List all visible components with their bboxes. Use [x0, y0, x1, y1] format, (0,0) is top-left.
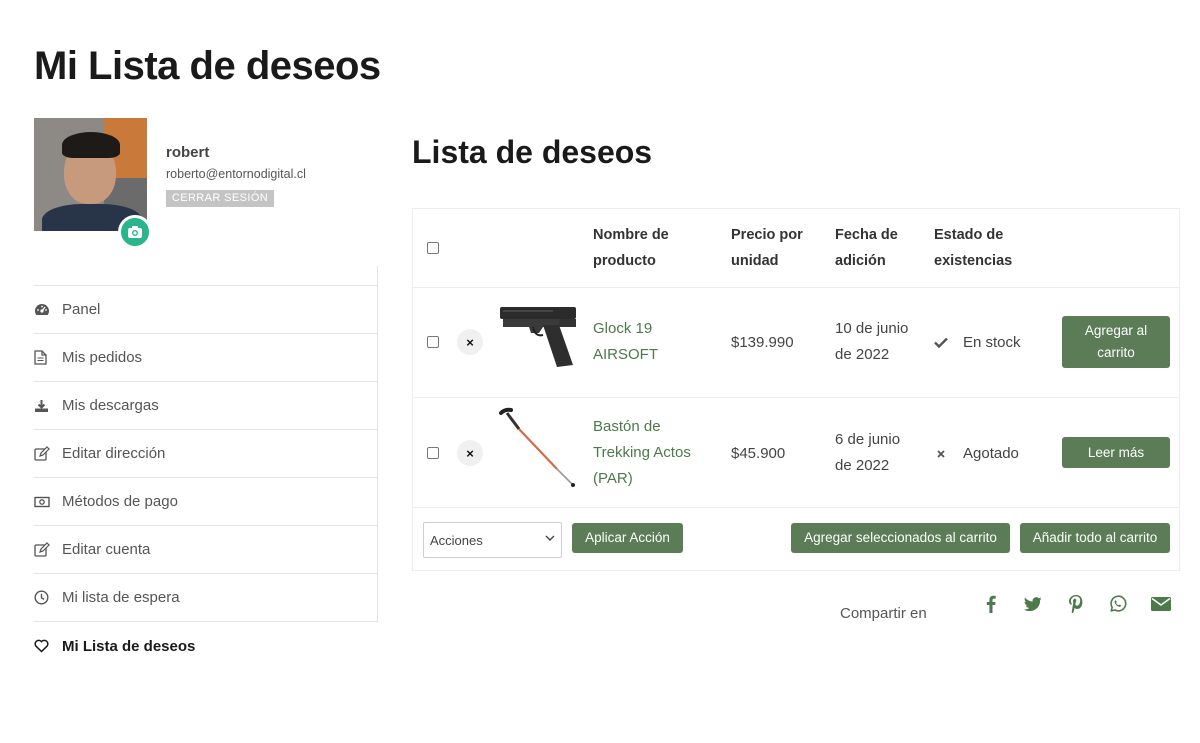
avatar-hair	[62, 132, 120, 158]
facebook-icon[interactable]	[980, 593, 1002, 615]
avatar	[34, 118, 147, 231]
x-icon	[937, 449, 945, 458]
clock-icon	[34, 590, 62, 605]
table-divider	[413, 397, 1179, 398]
date-line: de 2022	[835, 346, 890, 363]
product-name-line: AIRSOFT	[593, 346, 659, 363]
nav-item-waitlist[interactable]: Mi lista de espera	[34, 574, 378, 622]
download-icon	[34, 399, 62, 413]
user-email: roberto@entornodigital.cl	[166, 167, 306, 181]
pistol-image	[500, 307, 576, 367]
document-icon	[34, 350, 62, 365]
heart-icon	[34, 639, 62, 653]
stock-status: En stock	[934, 334, 1021, 351]
select-all-checkbox[interactable]	[427, 242, 439, 254]
nav-top-border	[34, 266, 378, 286]
nav-item-label: Mis pedidos	[62, 349, 143, 366]
stock-label: En stock	[963, 334, 1021, 351]
nav-item-label: Métodos de pago	[62, 493, 178, 510]
account-nav: Panel Mis pedidos Mis descargas Editar d…	[34, 266, 378, 670]
date-line: de 2022	[835, 457, 890, 474]
header-line: adición	[835, 253, 886, 269]
nav-item-wishlist[interactable]: Mi Lista de deseos	[34, 622, 378, 670]
row-checkbox[interactable]	[427, 336, 439, 348]
nav-item-label: Mi lista de espera	[62, 589, 180, 606]
add-to-cart-button[interactable]: Agregar al carrito	[1062, 316, 1170, 368]
add-all-to-cart-button[interactable]: Añadir todo al carrito	[1020, 523, 1170, 553]
nav-divider	[377, 266, 378, 621]
header-line: Nombre de	[593, 227, 669, 243]
table-divider	[413, 287, 1179, 288]
dashboard-icon	[34, 303, 62, 317]
product-name-line: Trekking Actos	[593, 444, 691, 461]
camera-icon	[128, 226, 142, 238]
button-line: Agregar al	[1084, 323, 1148, 338]
nav-item-label: Editar dirección	[62, 445, 166, 462]
logout-button[interactable]: CERRAR SESIÓN	[166, 190, 274, 207]
product-name-line: Bastón de	[593, 418, 661, 435]
whatsapp-icon[interactable]	[1107, 593, 1129, 615]
apply-action-button[interactable]: Aplicar Acción	[572, 523, 683, 553]
product-name-header: Nombre de producto	[593, 222, 669, 274]
date-line: 10 de junio	[835, 320, 909, 337]
remove-item-button[interactable]: ×	[457, 440, 483, 466]
product-name-line: Glock 19	[593, 320, 653, 337]
nav-item-label: Panel	[62, 301, 101, 318]
stock-status: Agotado	[937, 445, 1019, 462]
header-line: Fecha de	[835, 227, 898, 243]
bulk-actions-select[interactable]: Acciones	[423, 522, 562, 558]
wishlist-table: Nombre de producto Precio por unidad Fec…	[412, 208, 1180, 571]
date-added: 10 de junio de 2022	[835, 316, 908, 368]
user-name: robert	[166, 144, 210, 161]
product-link[interactable]: Bastón de Trekking Actos (PAR)	[593, 414, 691, 492]
trekking-pole-image	[499, 407, 575, 487]
unit-price: $45.900	[731, 445, 786, 462]
nav-item-label: Editar cuenta	[62, 541, 151, 558]
edit-icon	[34, 446, 62, 461]
header-line: existencias	[934, 253, 1013, 269]
page-title: Mi Lista de deseos	[34, 44, 381, 88]
nav-item-label: Mi Lista de deseos	[62, 637, 196, 655]
table-divider	[413, 507, 1179, 508]
select-value: Acciones	[430, 532, 483, 548]
product-link[interactable]: Glock 19 AIRSOFT	[593, 316, 658, 368]
header-line: producto	[593, 253, 656, 269]
nav-item-label: Mis descargas	[62, 397, 159, 414]
header-line: Precio por	[731, 227, 803, 243]
date-added: 6 de junio de 2022	[835, 427, 900, 479]
edit-icon	[34, 542, 62, 557]
unit-price: $139.990	[731, 334, 794, 351]
add-selected-to-cart-button[interactable]: Agregar seleccionados al carrito	[791, 523, 1010, 553]
remove-item-button[interactable]: ×	[457, 329, 483, 355]
unit-price-header: Precio por unidad	[731, 222, 803, 274]
button-line: carrito	[1097, 345, 1135, 360]
change-avatar-button[interactable]	[118, 215, 152, 249]
row-checkbox[interactable]	[427, 447, 439, 459]
check-icon	[934, 337, 948, 348]
nav-item-downloads[interactable]: Mis descargas	[34, 382, 378, 430]
stock-label: Agotado	[963, 445, 1019, 462]
date-added-header: Fecha de adición	[835, 222, 898, 274]
product-image-glock[interactable]	[499, 305, 577, 369]
date-line: 6 de junio	[835, 431, 901, 448]
chevron-down-icon	[545, 535, 555, 541]
stock-status-header: Estado de existencias	[934, 222, 1012, 274]
product-image-trekking-pole[interactable]	[499, 407, 579, 489]
pinterest-icon[interactable]	[1065, 593, 1087, 615]
header-line: unidad	[731, 253, 779, 269]
wishlist-title: Lista de deseos	[412, 134, 653, 170]
nav-item-orders[interactable]: Mis pedidos	[34, 334, 378, 382]
email-icon[interactable]	[1150, 593, 1172, 615]
nav-item-edit-account[interactable]: Editar cuenta	[34, 526, 378, 574]
read-more-button[interactable]: Leer más	[1062, 437, 1170, 468]
product-name-line: (PAR)	[593, 470, 633, 487]
twitter-icon[interactable]	[1022, 593, 1044, 615]
nav-item-panel[interactable]: Panel	[34, 286, 378, 334]
nav-item-edit-address[interactable]: Editar dirección	[34, 430, 378, 478]
nav-item-payment-methods[interactable]: Métodos de pago	[34, 478, 378, 526]
header-line: Estado de	[934, 227, 1004, 243]
money-icon	[34, 496, 62, 508]
share-label: Compartir en	[840, 605, 927, 622]
